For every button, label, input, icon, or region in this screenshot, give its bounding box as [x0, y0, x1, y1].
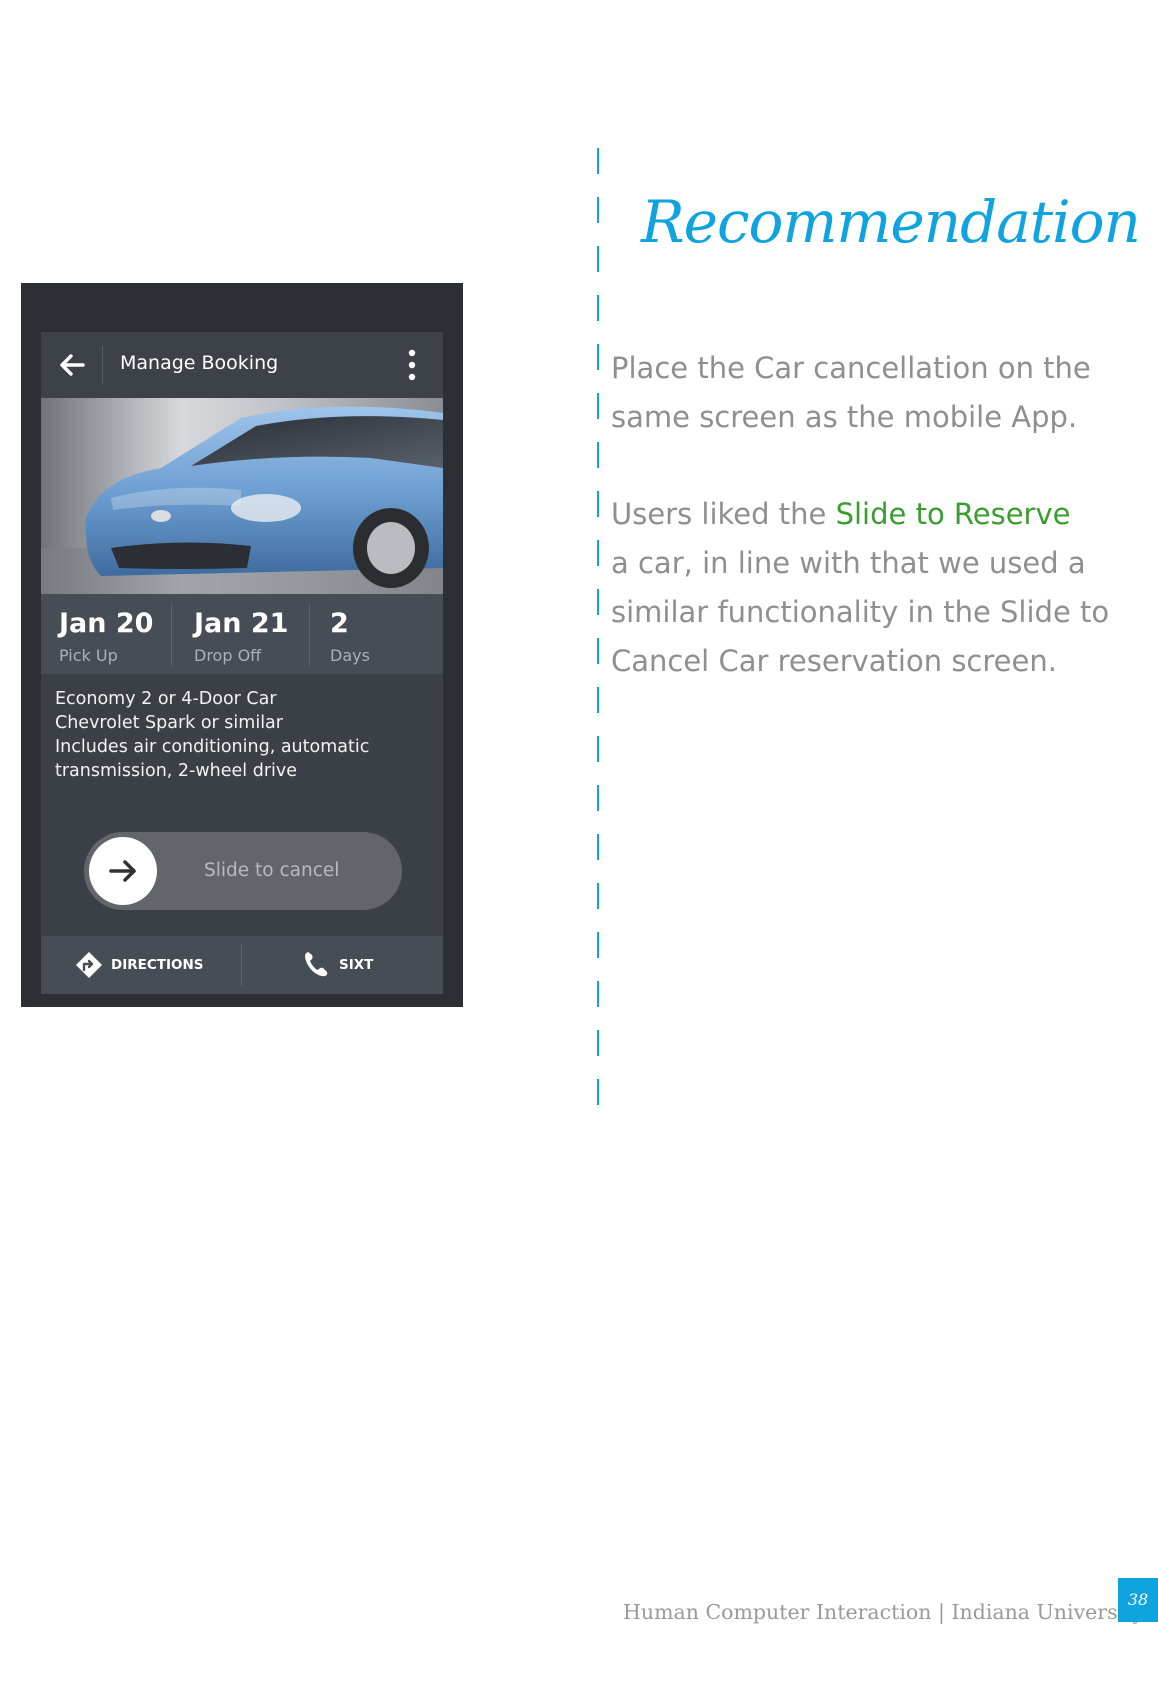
- car-features-cont: transmission, 2-wheel drive: [55, 761, 298, 781]
- call-sixt-label: SIXT: [339, 957, 374, 973]
- app-bar: Manage Booking: [41, 332, 443, 398]
- slide-to-cancel[interactable]: Slide to cancel: [84, 832, 402, 910]
- app-bar-title: Manage Booking: [120, 352, 279, 374]
- rental-days-value: 2: [330, 608, 349, 639]
- directions-button[interactable]: DIRECTIONS: [75, 936, 235, 994]
- paragraph-line: a car, in line with that we used a: [611, 546, 1086, 580]
- car-class: Economy 2 or 4-Door Car: [55, 689, 277, 709]
- date-divider: [171, 604, 172, 666]
- car-details: Economy 2 or 4-Door Car Chevrolet Spark …: [55, 687, 369, 783]
- section-heading: Recommendation: [641, 188, 1141, 256]
- arrow-left-icon[interactable]: [57, 350, 87, 380]
- directions-label: DIRECTIONS: [111, 957, 204, 973]
- paragraph-text: Users liked the: [611, 497, 836, 531]
- pickup-date-label: Pick Up: [59, 646, 118, 665]
- slider-label: Slide to cancel: [204, 860, 340, 881]
- call-sixt-button[interactable]: SIXT: [303, 936, 413, 994]
- pickup-date-value: Jan 20: [59, 608, 154, 639]
- recommendation-paragraph-2: Users liked the Slide to Reserve a car, …: [611, 490, 1111, 686]
- paragraph-line: Cancel Car reservation screen.: [611, 644, 1057, 678]
- app-screen: Manage Booking Jan 20 Pick Up Jan 21 Dro…: [41, 332, 443, 994]
- paragraph-line: Place the Car cancellation on the: [611, 351, 1091, 385]
- phone-icon: [305, 952, 328, 977]
- phone-mockup: Manage Booking Jan 20 Pick Up Jan 21 Dro…: [21, 283, 463, 1007]
- booking-dates: Jan 20 Pick Up Jan 21 Drop Off 2 Days: [41, 594, 443, 674]
- slider-handle[interactable]: [89, 837, 157, 905]
- directions-icon: [76, 952, 102, 978]
- dropoff-date-value: Jan 21: [194, 608, 289, 639]
- date-divider: [309, 604, 310, 666]
- paragraph-line: same screen as the mobile App.: [611, 400, 1078, 434]
- recommendation-paragraph-1: Place the Car cancellation on the same s…: [611, 344, 1111, 442]
- car-features: Includes air conditioning, automatic: [55, 737, 370, 757]
- car-photo: [41, 398, 443, 594]
- more-vert-icon[interactable]: [407, 348, 417, 382]
- dropoff-date-label: Drop Off: [194, 646, 262, 665]
- dashed-divider: [597, 148, 599, 1123]
- paragraph-line: similar functionality in the Slide to: [611, 595, 1110, 629]
- highlight-text: Slide to Reserve: [835, 497, 1071, 531]
- action-divider: [241, 944, 242, 986]
- app-bar-divider: [102, 346, 103, 384]
- car-model: Chevrolet Spark or similar: [55, 713, 283, 733]
- paragraph-line: Users liked the Slide to Reserve: [611, 490, 1111, 539]
- rental-days-label: Days: [330, 646, 370, 665]
- bottom-action-bar: DIRECTIONS SIXT: [41, 936, 443, 994]
- page-footer: Human Computer Interaction | Indiana Uni…: [623, 1600, 1144, 1624]
- page-number: 38: [1118, 1578, 1158, 1622]
- arrow-right-icon: [109, 860, 136, 882]
